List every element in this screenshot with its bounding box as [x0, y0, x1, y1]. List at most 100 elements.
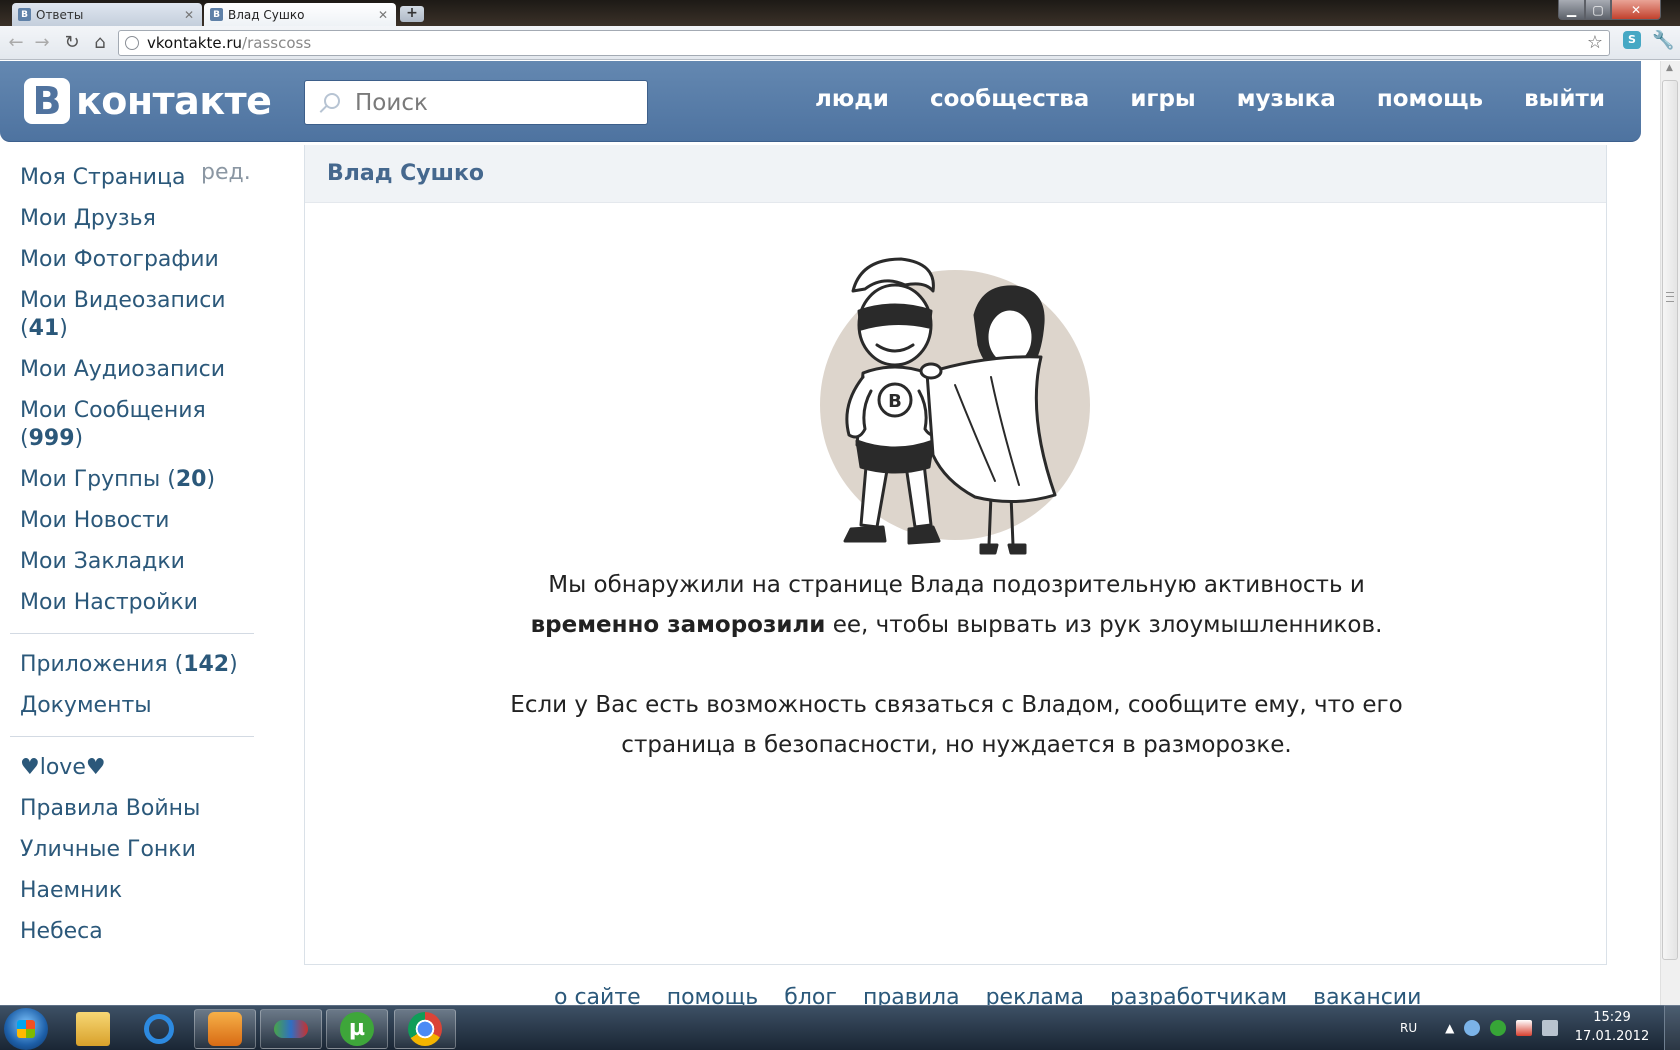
nav-people[interactable]: люди: [815, 86, 889, 112]
tray-utorrent-icon[interactable]: [1490, 1019, 1507, 1036]
extension-icon[interactable]: S: [1623, 31, 1641, 49]
taskbar-media-player[interactable]: [194, 1009, 256, 1049]
menu-app-rules-of-war[interactable]: Правила Войны: [20, 788, 260, 829]
menu-my-photos[interactable]: Мои Фотографии: [20, 239, 260, 280]
profile-name: Влад Сушко: [327, 161, 485, 186]
reload-icon[interactable]: ↻: [60, 31, 84, 55]
menu-label: Мои Друзья: [20, 205, 156, 231]
menu-count: 20: [175, 466, 207, 492]
app-icon: [274, 1020, 308, 1038]
vk-favicon-icon: В: [210, 8, 223, 21]
superhero-couple-illustration: В: [820, 257, 1090, 555]
folder-icon: [76, 1012, 110, 1046]
tab-close-icon[interactable]: ✕: [378, 8, 388, 22]
search-input[interactable]: [355, 89, 635, 116]
menu-app-heavens[interactable]: Небеса: [20, 911, 260, 952]
frozen-message-line1: Мы обнаружили на странице Влада подозрит…: [548, 572, 1365, 598]
action-center-flag-icon[interactable]: [1516, 1019, 1533, 1036]
menu-app-street-racing[interactable]: Уличные Гонки: [20, 829, 260, 870]
menu-my-bookmarks[interactable]: Мои Закладки: [20, 541, 260, 582]
menu-count: 41: [28, 315, 60, 341]
menu-documents[interactable]: Документы: [20, 685, 260, 726]
menu-my-page[interactable]: Моя Страница: [20, 157, 260, 198]
menu-my-audio[interactable]: Мои Аудиозаписи: [20, 349, 260, 390]
profile-content: Влад Сушко В Мы обнаружили на странице В…: [304, 145, 1607, 965]
nav-games[interactable]: игры: [1130, 86, 1195, 112]
chrome-icon: [408, 1012, 442, 1046]
address-bar[interactable]: vkontakte.ru/rasscoss ☆: [118, 30, 1610, 56]
search-icon: [317, 91, 341, 115]
tray-app-icon[interactable]: [1464, 1019, 1481, 1036]
start-button[interactable]: [4, 1008, 48, 1050]
menu-app-mercenary[interactable]: Наемник: [20, 870, 260, 911]
tab-otvety[interactable]: В Ответы ✕: [12, 3, 202, 26]
show-desktop-button[interactable]: [1664, 1005, 1680, 1050]
contact-message-line2: страница в безопасности, но нуждается в …: [621, 732, 1292, 758]
tab-label: Ответы: [36, 7, 84, 22]
window-close-button[interactable]: ✕: [1611, 0, 1661, 20]
taskbar-explorer[interactable]: [62, 1009, 124, 1049]
back-arrow-icon[interactable]: ←: [4, 31, 28, 55]
taskbar-chrome[interactable]: [394, 1009, 456, 1049]
contact-message: Если у Вас есть возможность связаться с …: [305, 685, 1608, 765]
taskbar-app[interactable]: [260, 1009, 322, 1049]
wrench-menu-icon[interactable]: 🔧: [1652, 30, 1674, 51]
hero-emblem-letter: В: [888, 391, 902, 412]
taskbar-utorrent[interactable]: µ: [326, 1009, 388, 1049]
menu-app-love[interactable]: ♥love♥: [20, 747, 260, 788]
menu-my-settings[interactable]: Мои Настройки: [20, 582, 260, 623]
new-tab-button[interactable]: +: [400, 6, 424, 22]
search-box[interactable]: [304, 80, 648, 125]
nav-communities[interactable]: сообщества: [930, 86, 1089, 112]
page-info-icon[interactable]: [125, 36, 139, 50]
home-icon[interactable]: ⌂: [88, 31, 112, 55]
menu-my-videos[interactable]: Мои Видеозаписи (41): [20, 280, 260, 349]
menu-my-groups[interactable]: Мои Группы (20): [20, 459, 260, 500]
scroll-up-arrow-icon[interactable]: ▲: [1666, 63, 1673, 73]
frozen-message-rest: ее, чтобы вырвать из рук злоумышленников…: [825, 612, 1383, 638]
nav-music[interactable]: музыка: [1237, 86, 1336, 112]
frozen-message: Мы обнаружили на странице Влада подозрит…: [305, 565, 1608, 645]
utorrent-icon: µ: [340, 1012, 374, 1046]
menu-my-news[interactable]: Мои Новости: [20, 500, 260, 541]
menu-label: Мои Закладки: [20, 548, 185, 574]
vk-logo[interactable]: В контакте: [24, 78, 272, 124]
menu-label: Мои Новости: [20, 507, 170, 533]
menu-divider: [10, 633, 254, 634]
forward-arrow-icon[interactable]: →: [30, 31, 54, 55]
contact-message-line1: Если у Вас есть возможность связаться с …: [510, 692, 1403, 718]
url-path: /rasscoss: [242, 34, 312, 52]
tab-close-icon[interactable]: ✕: [184, 8, 194, 22]
menu-label: Мои Сообщения: [20, 397, 206, 423]
language-indicator[interactable]: RU: [1400, 1021, 1417, 1035]
vk-logo-text: контакте: [76, 79, 272, 123]
system-tray: RU ▲: [1400, 1005, 1559, 1050]
vk-logo-mark: В: [24, 78, 70, 124]
menu-label: Мои Группы: [20, 466, 161, 492]
tray-expand-icon[interactable]: ▲: [1445, 1021, 1454, 1035]
menu-applications[interactable]: Приложения (142): [20, 644, 260, 685]
nav-logout[interactable]: выйти: [1524, 86, 1605, 112]
menu-my-friends[interactable]: Мои Друзья: [20, 198, 260, 239]
bookmark-star-icon[interactable]: ☆: [1587, 32, 1603, 53]
tab-vlad-sushko[interactable]: В Влад Сушко ✕: [204, 3, 396, 26]
internet-explorer-icon: [144, 1014, 174, 1044]
vk-favicon-icon: В: [18, 8, 31, 21]
scrollbar-thumb[interactable]: [1662, 80, 1678, 960]
vk-header: В контакте люди сообщества игры музыка п…: [0, 61, 1641, 142]
nav-help[interactable]: помощь: [1377, 86, 1483, 112]
taskbar-clock[interactable]: 15:29 17.01.2012: [1572, 1008, 1652, 1046]
taskbar-internet-explorer[interactable]: [128, 1009, 190, 1049]
top-nav: люди сообщества игры музыка помощь выйти: [815, 86, 1605, 112]
menu-divider: [10, 736, 254, 737]
menu-label: Мои Видеозаписи: [20, 287, 226, 313]
browser-toolbar: ← → ↻ ⌂ vkontakte.ru/rasscoss ☆: [0, 26, 1680, 60]
menu-label: Мои Настройки: [20, 589, 198, 615]
network-icon[interactable]: [1542, 1019, 1559, 1036]
windows-logo-icon: [17, 1020, 35, 1038]
scrollbar-grip-icon: [1666, 292, 1674, 302]
clock-time: 15:29: [1593, 1010, 1631, 1025]
window-maximize-button[interactable]: ▢: [1585, 0, 1611, 20]
window-minimize-button[interactable]: ▁: [1558, 0, 1585, 20]
menu-my-messages[interactable]: Мои Сообщения (999): [20, 390, 260, 459]
